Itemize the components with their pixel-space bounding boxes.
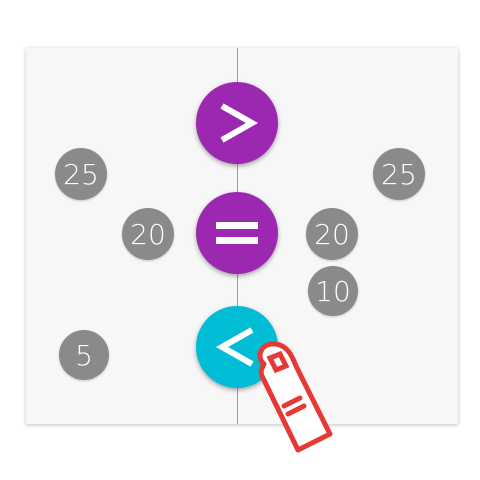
game-screen: 25 20 5 25 20 10 [0,0,480,480]
less-than-button[interactable] [196,306,278,388]
right-number-25: 25 [373,148,425,200]
right-number-10: 10 [308,266,358,316]
right-number-20: 20 [306,208,358,260]
equals-button[interactable] [196,192,278,274]
left-number-5: 5 [59,330,109,380]
less-than-icon [215,327,254,367]
greater-than-button[interactable] [196,82,278,164]
greater-than-icon [220,103,259,143]
equals-icon [216,222,258,244]
left-number-25: 25 [55,148,107,200]
left-number-20: 20 [122,208,174,260]
